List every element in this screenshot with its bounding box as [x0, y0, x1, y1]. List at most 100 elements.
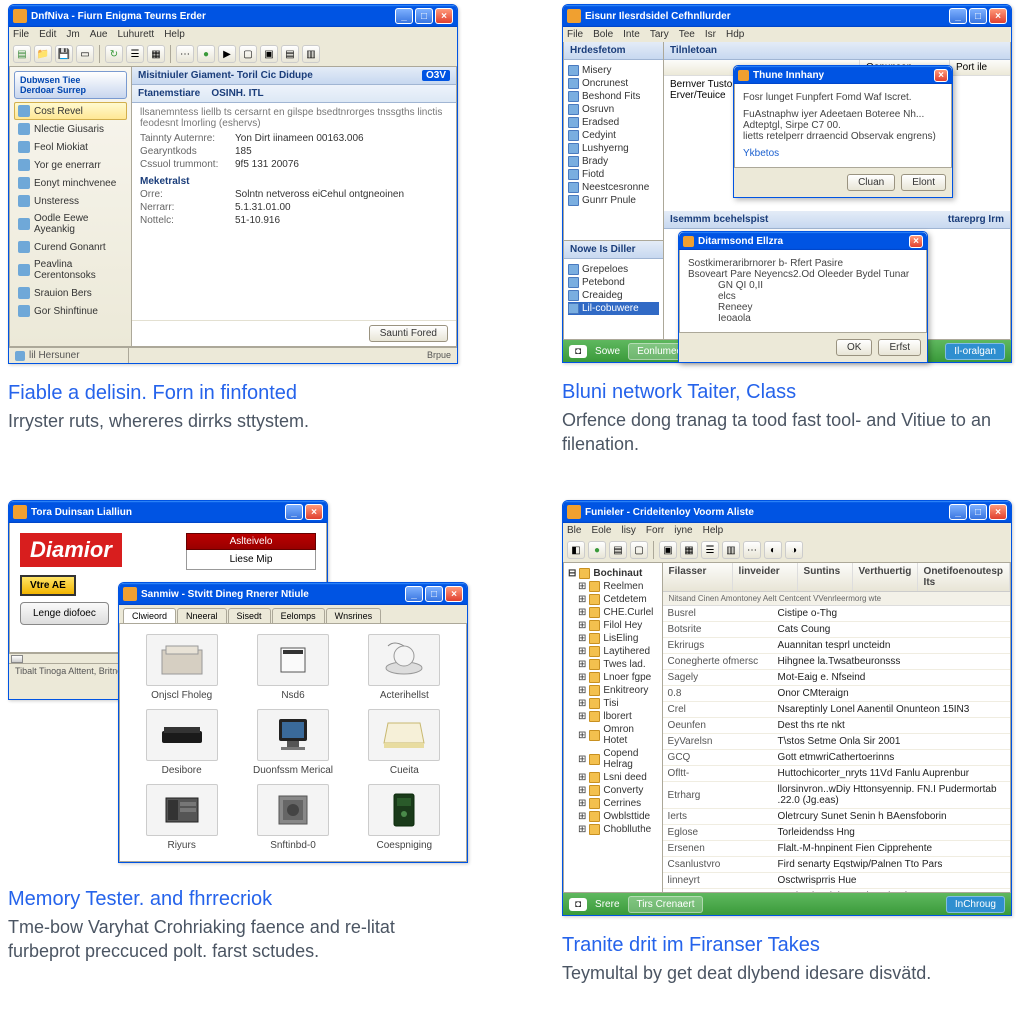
tool-grid-icon[interactable]: ▦ [147, 45, 165, 63]
table-row[interactable]: EyVarelsnT\stos Setme Onla Sir 2001 [663, 734, 1010, 750]
minimize-button[interactable]: _ [405, 586, 423, 602]
table-row[interactable]: BusrelCistipe o-Thg [663, 606, 1010, 622]
cancel-button[interactable]: Erfst [878, 339, 921, 356]
menu-item[interactable]: Luhurett [118, 29, 155, 40]
sidebar-item[interactable]: Cost Revel [14, 102, 127, 120]
ad-sub[interactable]: Liese Mip [186, 550, 316, 570]
expand-icon[interactable]: ⊞ [578, 711, 586, 722]
tree-lower[interactable]: Grepeloes Petebond Creaideg Lil-cobuwere [564, 259, 663, 339]
tree-item[interactable]: ⊞CHE.Curlel [578, 606, 658, 619]
bb-button[interactable]: Tirs Crenaert [628, 896, 704, 913]
table-row[interactable]: GCQGott etmwriCathertoerinns [663, 750, 1010, 766]
minimize-button[interactable]: _ [285, 504, 303, 520]
close-button[interactable]: × [445, 586, 463, 602]
close-button[interactable]: × [435, 8, 453, 24]
promo-button[interactable]: Vtre AE [20, 575, 76, 596]
tool-icon[interactable]: ▢ [630, 541, 648, 559]
sidebar-item[interactable]: Unsteress [14, 192, 127, 210]
sidebar-item[interactable]: Eonyt minchvenee [14, 174, 127, 192]
col-header[interactable]: linveider [733, 563, 798, 591]
tree-item[interactable]: ⊞Lnoer fgpe [578, 671, 658, 684]
hw-thumb[interactable]: Snftinbd-0 [241, 784, 344, 851]
menu-item[interactable]: Hdp [726, 29, 744, 40]
hw-thumb[interactable]: Onjscl Fholeg [130, 634, 233, 701]
minimize-button[interactable]: _ [949, 504, 967, 520]
table-row[interactable]: Srotisad Celuler Apdonationd [663, 889, 1010, 893]
table-row[interactable]: 0.8Onor CMteraign [663, 686, 1010, 702]
dialog-button[interactable]: Cluan [847, 174, 895, 191]
expand-icon[interactable]: ⊞ [578, 698, 586, 709]
close-button[interactable]: × [305, 504, 323, 520]
tool-refresh-icon[interactable]: ↻ [105, 45, 123, 63]
table-row[interactable]: linneyrtOsctwrisprris Hue [663, 873, 1010, 889]
menu-item[interactable]: Ble [567, 525, 581, 536]
col-header[interactable]: Filasser [663, 563, 733, 591]
dialog-button[interactable]: Elont [901, 174, 946, 191]
scroll-left-icon[interactable] [11, 655, 23, 663]
minimize-button[interactable]: _ [949, 8, 967, 24]
expand-icon[interactable]: ⊞ [578, 730, 586, 741]
titlebar[interactable]: Eisunr Ilesrdsidel Cefhnllurder _□× [563, 5, 1011, 27]
sidebar-item[interactable]: Peavlina Cerentonsoks [14, 256, 127, 284]
maximize-button[interactable]: □ [969, 8, 987, 24]
hw-thumb[interactable]: Nsd6 [241, 634, 344, 701]
menu-item[interactable]: Isr [705, 29, 716, 40]
expand-icon[interactable]: ⊞ [578, 772, 586, 783]
menu-item[interactable]: lisy [621, 525, 635, 536]
menu-item[interactable]: Bole [593, 29, 613, 40]
menu-item[interactable]: Forr [646, 525, 664, 536]
menu-item[interactable]: Tary [650, 29, 669, 40]
table-row[interactable]: EgloseTorleidendss Hng [663, 825, 1010, 841]
tab[interactable]: Wnsrines [326, 608, 382, 623]
col-header[interactable]: Onetifoenoutesp Its [918, 563, 1010, 591]
tool-pin-icon[interactable]: ▤ [281, 45, 299, 63]
tree-item[interactable]: ⊞Enkitreory [578, 684, 658, 697]
close-button[interactable]: × [934, 69, 948, 82]
tab[interactable]: Eelomps [272, 608, 325, 623]
col-header[interactable]: Port ile [950, 60, 1010, 75]
menu-item[interactable]: File [13, 29, 29, 40]
tree-item[interactable]: ⊞Choblluthe [578, 823, 658, 836]
sidebar-item[interactable]: Curend Gonanrt [14, 238, 127, 256]
table-row[interactable]: CsanlustvroFird senarty Eqstwip/Palnen T… [663, 857, 1010, 873]
menu-item[interactable]: Tee [679, 29, 695, 40]
sidebar-item[interactable]: Srauion Bers [14, 284, 127, 302]
table-row[interactable]: SagelyMot-Eaig e. Nfseind [663, 670, 1010, 686]
menu-item[interactable]: Aue [90, 29, 108, 40]
maximize-button[interactable]: □ [969, 504, 987, 520]
tool-opts-icon[interactable]: ▣ [260, 45, 278, 63]
tool-icon[interactable]: ◧ [567, 541, 585, 559]
menu-item[interactable]: Help [164, 29, 185, 40]
ok-button[interactable]: OK [836, 339, 872, 356]
expand-icon[interactable]: ⊞ [578, 685, 586, 696]
tree-item[interactable]: ⊞lborert [578, 710, 658, 723]
tree-item[interactable]: ⊞Cerrines [578, 797, 658, 810]
expand-icon[interactable]: ⊞ [578, 659, 586, 670]
expand-icon[interactable]: ⊞ [578, 620, 586, 631]
expand-icon[interactable]: ⊞ [578, 824, 586, 835]
tool-icon[interactable]: ● [588, 541, 606, 559]
col-header[interactable]: Suntins [798, 563, 853, 591]
expand-icon[interactable]: ⊞ [578, 594, 586, 605]
maximize-button[interactable]: □ [415, 8, 433, 24]
hw-thumb[interactable]: Cueita [353, 709, 456, 776]
tool-icon[interactable]: ◐ [764, 541, 782, 559]
expand-icon[interactable]: ⊟ [568, 568, 576, 579]
sidebar-item[interactable]: Gor Shinftinue [14, 302, 127, 320]
hw-thumb[interactable]: Riyurs [130, 784, 233, 851]
tool-list-icon[interactable]: ☰ [126, 45, 144, 63]
sidebar-item[interactable]: Nlectie Giusaris [14, 120, 127, 138]
minimize-button[interactable]: _ [395, 8, 413, 24]
tree-item[interactable]: ⊞Reelmen [578, 580, 658, 593]
tree-item[interactable]: ⊞Cetdetem [578, 593, 658, 606]
tool-icon[interactable]: ☰ [701, 541, 719, 559]
tool-check-icon[interactable]: ⋯ [176, 45, 194, 63]
tree-item[interactable]: ⊞Omron Hotet [578, 723, 658, 747]
dialog-link[interactable]: Ykbetos [743, 148, 943, 159]
tree-item[interactable]: ⊞Laytihered [578, 645, 658, 658]
tool-arrow-icon[interactable]: ▶ [218, 45, 236, 63]
bb-label[interactable]: Srere [595, 899, 619, 910]
expand-icon[interactable]: ⊞ [578, 785, 586, 796]
table-row[interactable]: IertsOletrcury Sunet Senin h BAensfobori… [663, 809, 1010, 825]
tree-pane[interactable]: ⊟Bochinaut ⊞Reelmen⊞Cetdetem⊞CHE.Curlel⊞… [564, 563, 663, 892]
